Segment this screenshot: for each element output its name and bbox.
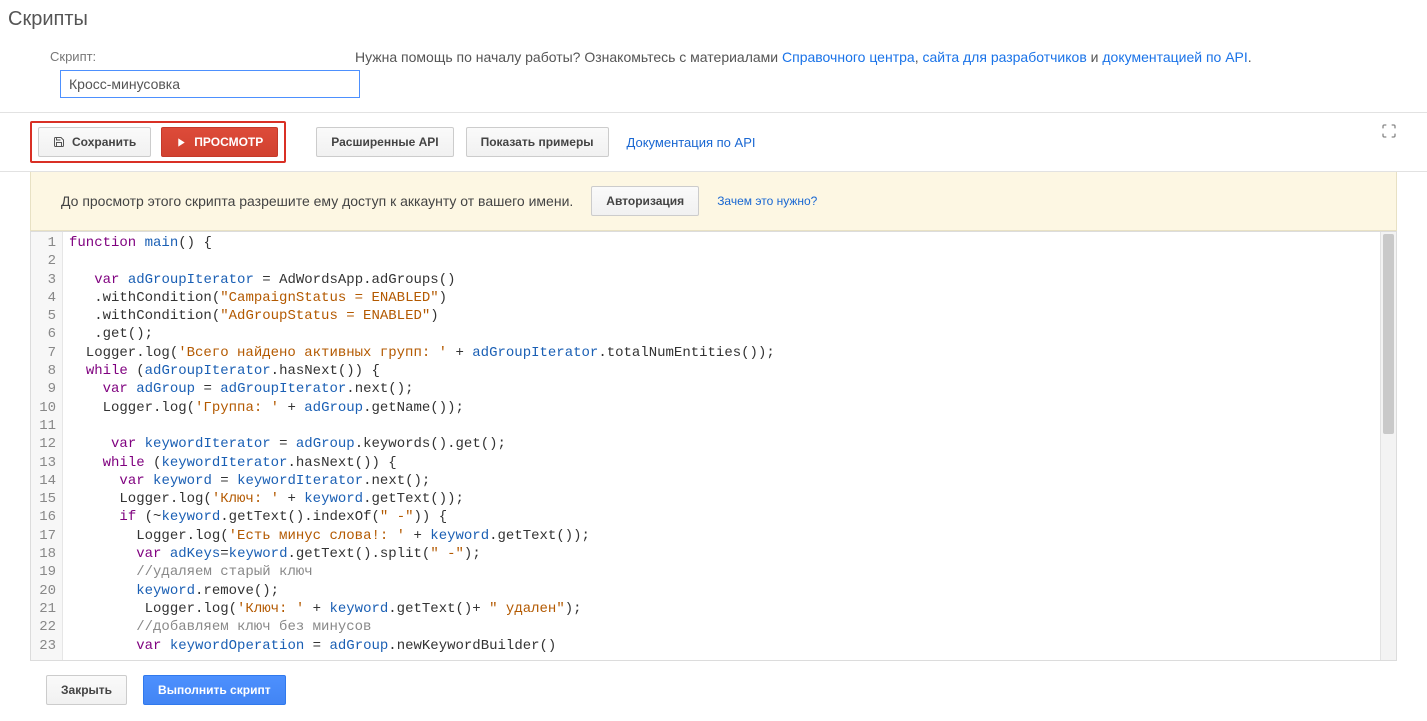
line-number: 22: [31, 618, 56, 636]
code-line[interactable]: Logger.log('Всего найдено активных групп…: [69, 344, 1396, 362]
run-script-label: Выполнить скрипт: [158, 683, 271, 697]
save-button-label: Сохранить: [72, 135, 136, 149]
preview-button-label: ПРОСМОТР: [194, 135, 263, 149]
play-icon: [176, 137, 187, 148]
code-line[interactable]: [69, 252, 1396, 270]
line-number: 1: [31, 234, 56, 252]
help-text-prefix: Нужна помощь по началу работы? Ознакомьт…: [355, 49, 782, 65]
line-number: 3: [31, 271, 56, 289]
line-number: 15: [31, 490, 56, 508]
save-icon: [53, 136, 65, 148]
line-number: 12: [31, 435, 56, 453]
code-area[interactable]: function main() { var adGroupIterator = …: [63, 232, 1396, 660]
highlighted-save-group: Сохранить ПРОСМОТР: [30, 121, 286, 163]
line-number-gutter: 1234567891011121314151617181920212223: [31, 232, 63, 660]
authorization-bar: До просмотр этого скрипта разрешите ему …: [30, 172, 1397, 231]
show-examples-button[interactable]: Показать примеры: [466, 127, 609, 157]
code-line[interactable]: .get();: [69, 325, 1396, 343]
help-suffix: .: [1248, 49, 1252, 65]
line-number: 6: [31, 325, 56, 343]
code-line[interactable]: var adGroup = adGroupIterator.next();: [69, 380, 1396, 398]
line-number: 9: [31, 380, 56, 398]
api-docs-link[interactable]: Документация по API: [627, 135, 756, 150]
line-number: 18: [31, 545, 56, 563]
line-number: 19: [31, 563, 56, 581]
help-link-api-docs[interactable]: документацией по API: [1102, 49, 1247, 65]
line-number: 10: [31, 399, 56, 417]
advanced-api-button[interactable]: Расширенные API: [316, 127, 453, 157]
code-line[interactable]: var keywordOperation = adGroup.newKeywor…: [69, 637, 1396, 655]
line-number: 17: [31, 527, 56, 545]
code-line[interactable]: function main() {: [69, 234, 1396, 252]
line-number: 7: [31, 344, 56, 362]
line-number: 5: [31, 307, 56, 325]
code-line[interactable]: var adGroupIterator = AdWordsApp.adGroup…: [69, 271, 1396, 289]
fullscreen-icon[interactable]: [1381, 123, 1397, 142]
code-line[interactable]: while (keywordIterator.hasNext()) {: [69, 454, 1396, 472]
script-name-label: Скрипт:: [50, 49, 96, 64]
line-number: 23: [31, 637, 56, 655]
editor-scrollbar[interactable]: [1380, 232, 1396, 660]
line-number: 11: [31, 417, 56, 435]
preview-button[interactable]: ПРОСМОТР: [161, 127, 278, 157]
scrollbar-thumb[interactable]: [1383, 234, 1394, 434]
code-editor[interactable]: 1234567891011121314151617181920212223 fu…: [30, 231, 1397, 661]
authorization-message: До просмотр этого скрипта разрешите ему …: [61, 193, 573, 209]
line-number: 14: [31, 472, 56, 490]
code-line[interactable]: .withCondition("AdGroupStatus = ENABLED"…: [69, 307, 1396, 325]
code-line[interactable]: while (adGroupIterator.hasNext()) {: [69, 362, 1396, 380]
show-examples-label: Показать примеры: [481, 135, 594, 149]
code-line[interactable]: if (~keyword.getText().indexOf(" -")) {: [69, 508, 1396, 526]
page-title: Скрипты: [0, 8, 1427, 49]
why-needed-link[interactable]: Зачем это нужно?: [717, 194, 817, 208]
line-number: 4: [31, 289, 56, 307]
authorize-button-label: Авторизация: [606, 194, 684, 208]
line-number: 8: [31, 362, 56, 380]
code-line[interactable]: var keywordIterator = adGroup.keywords()…: [69, 435, 1396, 453]
code-line[interactable]: Logger.log('Ключ: ' + keyword.getText()+…: [69, 600, 1396, 618]
line-number: 2: [31, 252, 56, 270]
help-link-help-center[interactable]: Справочного центра: [782, 49, 915, 65]
close-button[interactable]: Закрыть: [46, 675, 127, 705]
toolbar: Сохранить ПРОСМОТР Расширенные API Показ…: [0, 112, 1427, 172]
line-number: 20: [31, 582, 56, 600]
code-line[interactable]: .withCondition("CampaignStatus = ENABLED…: [69, 289, 1396, 307]
code-line[interactable]: var adKeys=keyword.getText().split(" -")…: [69, 545, 1396, 563]
line-number: 16: [31, 508, 56, 526]
save-button[interactable]: Сохранить: [38, 127, 151, 157]
code-line[interactable]: Logger.log('Ключ: ' + keyword.getText())…: [69, 490, 1396, 508]
help-link-dev-site[interactable]: сайта для разработчиков: [922, 49, 1086, 65]
code-line[interactable]: Logger.log('Есть минус слова!: ' + keywo…: [69, 527, 1396, 545]
code-line[interactable]: //добавляем ключ без минусов: [69, 618, 1396, 636]
line-number: 13: [31, 454, 56, 472]
advanced-api-label: Расширенные API: [331, 135, 438, 149]
line-number: 21: [31, 600, 56, 618]
code-line[interactable]: [69, 417, 1396, 435]
help-line: Нужна помощь по началу работы? Ознакомьт…: [355, 49, 1252, 65]
footer-bar: Закрыть Выполнить скрипт: [0, 661, 1427, 721]
code-line[interactable]: keyword.remove();: [69, 582, 1396, 600]
code-line[interactable]: Logger.log('Группа: ' + adGroup.getName(…: [69, 399, 1396, 417]
script-name-input[interactable]: [60, 70, 360, 98]
help-sep2: и: [1087, 49, 1103, 65]
authorize-button[interactable]: Авторизация: [591, 186, 699, 216]
code-line[interactable]: //удаляем старый ключ: [69, 563, 1396, 581]
run-script-button[interactable]: Выполнить скрипт: [143, 675, 286, 705]
code-line[interactable]: var keyword = keywordIterator.next();: [69, 472, 1396, 490]
close-button-label: Закрыть: [61, 683, 112, 697]
